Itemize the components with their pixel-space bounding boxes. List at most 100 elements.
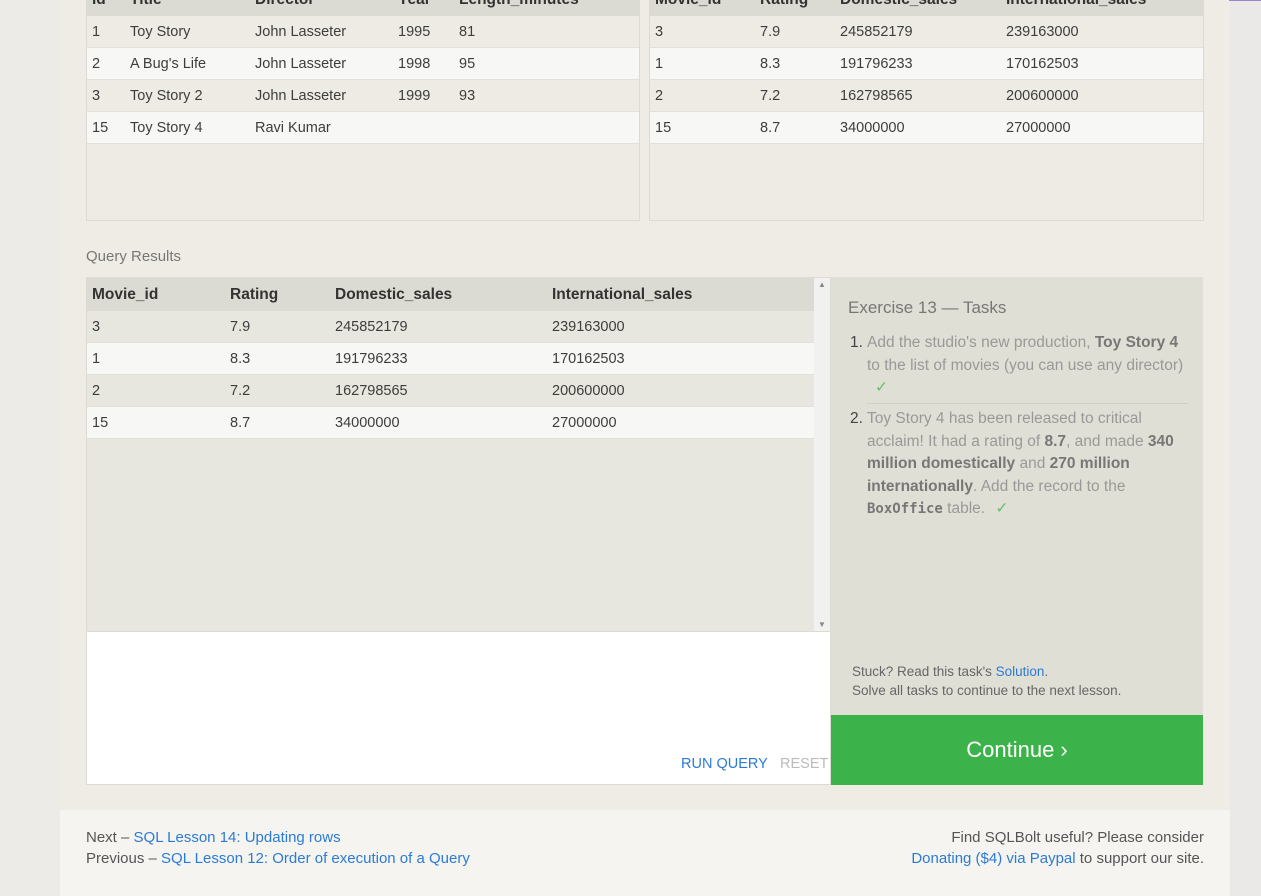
continue-button[interactable]: Continue › [831,715,1203,785]
table-row: 15 Toy Story 4 Ravi Kumar [87,112,639,144]
right-margin [1230,0,1261,896]
table-cell: 27000000 [552,415,617,431]
table-cell: 245852179 [840,24,913,40]
column-header: Length_minutes [459,0,579,9]
next-lesson-link[interactable]: SQL Lesson 14: Updating rows [134,829,341,846]
table-cell: 3 [92,319,101,335]
column-header: Rating [760,0,808,9]
table-cell: 1 [655,56,664,72]
table-cell: 15 [92,415,109,431]
table-cell: John Lasseter [255,24,347,40]
reset-button[interactable]: RESET [780,756,828,772]
table-row: 1 Toy Story John Lasseter 1995 81 [87,16,639,48]
movies-table-header: Id Title Director Year Length_minutes [87,0,639,16]
table-cell: 8.3 [230,351,251,367]
query-results-header: Movie_id Rating Domestic_sales Internati… [87,278,814,311]
table-cell: A Bug's Life [130,56,207,72]
column-header: Movie_id [655,0,721,9]
run-query-button[interactable]: RUN QUERY [681,756,768,772]
task-number: 1. [850,334,863,351]
table-cell: 7.9 [230,319,251,335]
top-accent-line [1229,0,1261,1]
table-cell: 239163000 [552,319,625,335]
table-cell: 3 [92,88,101,104]
table-cell: 1999 [398,88,431,104]
table-cell: 2 [92,56,101,72]
task-highlight: 8.7 [1044,432,1067,450]
boxoffice-table-header: Movie_id Rating Domestic_sales Internati… [650,0,1203,16]
table-row: 15 8.7 34000000 27000000 [650,112,1203,144]
table-cell: 8.7 [230,415,251,431]
table-row: 3 Toy Story 2 John Lasseter 1999 93 [87,80,639,112]
table-cell: John Lasseter [255,56,347,72]
task-text: Toy Story 4 has been released to critica… [867,408,1188,521]
stuck-text: . [1044,664,1049,679]
table-cell: 162798565 [840,88,913,104]
table-cell: 95 [459,56,476,72]
task-text-part: to the list of movies (you can use any d… [867,356,1184,374]
table-cell: 34000000 [840,120,905,136]
table-cell: 1 [92,24,101,40]
table-cell: 2 [92,383,101,399]
previous-lesson-link[interactable]: SQL Lesson 12: Order of execution of a Q… [161,850,470,867]
table-cell: 93 [459,88,476,104]
table-cell: 27000000 [1006,120,1071,136]
task-text-part: Add the studio's new production, [867,334,1095,351]
stuck-text: Stuck? Read this task's [852,664,996,679]
table-cell: 1 [92,351,101,367]
task-number: 2. [850,410,863,427]
query-results-table: Movie_id Rating Domestic_sales Internati… [87,278,814,439]
column-header: Title [130,0,162,9]
column-header: Domestic_sales [335,286,453,303]
task-item: 2. Toy Story 4 has been released to crit… [848,408,1188,521]
column-header: Id [92,0,106,9]
stuck-note: Stuck? Read this task's Solution. Solve … [852,662,1121,700]
tasks-title: Exercise 13 — Tasks [848,298,1007,317]
table-cell: 191796233 [335,351,408,367]
table-cell: 170162503 [552,351,625,367]
table-row: 15 8.7 34000000 27000000 [87,407,814,439]
table-cell: 81 [459,24,476,40]
column-header: Rating [230,286,279,303]
support-text: to support our site. [1075,850,1204,867]
table-cell: 15 [92,120,109,136]
solution-link[interactable]: Solution [996,664,1045,679]
table-cell: 200600000 [552,383,625,399]
table-cell: Ravi Kumar [255,120,331,136]
next-prefix: Next – [86,829,134,846]
query-results-label: Query Results [86,248,182,265]
column-header: Movie_id [92,286,159,303]
lesson-navigation: Next – SQL Lesson 14: Updating rows Prev… [86,827,470,869]
task-text-part: and [1015,455,1050,472]
movies-table: Id Title Director Year Length_minutes 1 … [86,0,640,221]
table-cell: Toy Story [130,24,191,40]
table-cell: John Lasseter [255,88,347,104]
tasks-panel: Exercise 13 — Tasks 1. Add the studio's … [831,277,1203,715]
table-cell: 191796233 [840,56,913,72]
scroll-down-icon[interactable]: ▼ [818,620,826,629]
table-cell: 239163000 [1006,24,1079,40]
check-icon: ✓ [875,379,888,396]
query-results-panel[interactable]: Movie_id Rating Domestic_sales Internati… [86,277,831,632]
query-results-scrollbar[interactable]: ▲ ▼ [814,278,830,631]
table-row: 2 A Bug's Life John Lasseter 1998 95 [87,48,639,80]
scroll-up-icon[interactable]: ▲ [818,280,826,289]
table-cell: 3 [655,24,664,40]
table-cell: 7.2 [760,88,781,104]
previous-prefix: Previous – [86,850,162,867]
column-header: Director [255,0,314,9]
table-cell: 1995 [398,24,431,40]
table-cell: 162798565 [335,383,408,399]
table-cell: 200600000 [1006,88,1079,104]
donate-link[interactable]: Donating ($4) via Paypal [911,850,1075,867]
table-row: 3 7.9 245852179 239163000 [87,311,814,343]
column-header: Domestic_sales [840,0,957,9]
boxoffice-table: Movie_id Rating Domestic_sales Internati… [649,0,1204,221]
footer: Next – SQL Lesson 14: Updating rows Prev… [60,810,1230,896]
task-item: 1. Add the studio's new production, Toy … [848,332,1188,400]
task-highlight: Toy Story 4 [1094,334,1179,351]
table-cell: 2 [655,88,664,104]
sql-editor[interactable]: RUN QUERY RESET [86,632,831,785]
column-header: Year [398,0,431,9]
table-row: 3 7.9 245852179 239163000 [650,16,1203,48]
